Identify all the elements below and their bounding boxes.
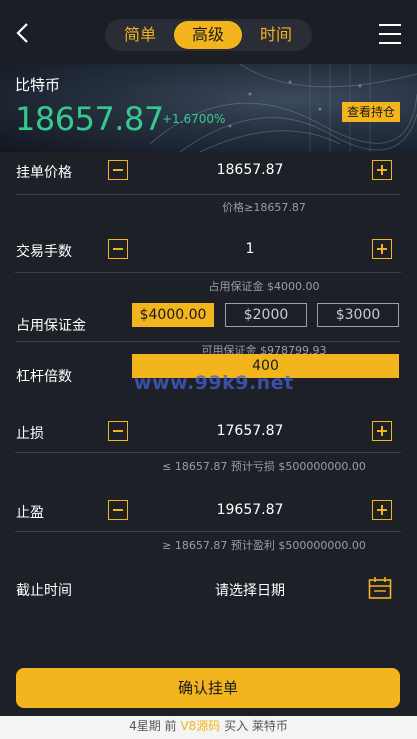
tab-time[interactable]: 时间 [245,21,307,49]
ticker-action: 买入 莱特币 [224,719,288,733]
margin-option-4000[interactable]: $4000.00 [132,303,214,327]
menu-icon[interactable] [379,24,401,44]
stop-loss-decrease-button[interactable] [108,421,128,441]
stop-loss-value[interactable]: 17657.87 [140,423,360,439]
asset-name: 比特币 [15,76,61,94]
ticker-time: 4星期 前 [129,719,177,733]
limit-price-label: 挂单价格 [16,165,72,181]
limit-price-hint: 价格≥18657.87 [222,201,306,214]
expiry-date-picker[interactable]: 请选择日期 [140,580,360,600]
order-mode-tabs: 简单 高级 时间 [105,19,312,51]
limit-price-increase-button[interactable] [372,160,392,180]
stop-loss-increase-button[interactable] [372,421,392,441]
view-position-button[interactable]: 查看持仓 [342,102,401,122]
divider [15,531,401,532]
divider [15,194,401,195]
price-change: +1.6700% [162,112,226,126]
leverage-label: 杠杆倍数 [16,369,72,385]
take-profit-decrease-button[interactable] [108,500,128,520]
tab-simple[interactable]: 简单 [109,21,171,49]
take-profit-label: 止盈 [16,505,44,521]
take-profit-increase-button[interactable] [372,500,392,520]
top-bar: 简单 高级 时间 [0,0,417,64]
lots-decrease-button[interactable] [108,239,128,259]
limit-price-value[interactable]: 18657.87 [140,162,360,178]
take-profit-value[interactable]: 19657.87 [140,502,360,518]
stop-loss-hint: ≤ 18657.87 预计亏损 $500000000.00 [162,460,366,473]
lots-hint: 占用保证金 $4000.00 [208,280,320,293]
chevron-left-icon [16,23,28,43]
calendar-icon[interactable] [368,576,392,600]
lots-increase-button[interactable] [372,239,392,259]
back-button[interactable] [12,20,36,46]
watermark-text: www.99k9.net [134,372,294,394]
stop-loss-label: 止损 [16,426,44,442]
limit-price-decrease-button[interactable] [108,160,128,180]
margin-option-2000[interactable]: $2000 [225,303,307,327]
lots-value[interactable]: 1 [140,241,360,257]
divider [15,272,401,273]
current-price: 18657.87 [15,100,164,138]
ticker-source: V8源码 [180,719,221,733]
confirm-order-button[interactable]: 确认挂单 [16,668,400,708]
price-banner: 比特币 18657.87 +1.6700% 查看持仓 [0,64,417,152]
activity-ticker: 4星期 前 V8源码 买入 莱特币 [0,716,417,739]
expiry-label: 截止时间 [16,583,72,599]
margin-option-3000[interactable]: $3000 [317,303,399,327]
lots-label: 交易手数 [16,244,72,260]
margin-label: 占用保证金 [16,318,86,334]
take-profit-hint: ≥ 18657.87 预计盈利 $500000000.00 [162,539,366,552]
tab-advanced[interactable]: 高级 [174,21,242,49]
divider [15,452,401,453]
